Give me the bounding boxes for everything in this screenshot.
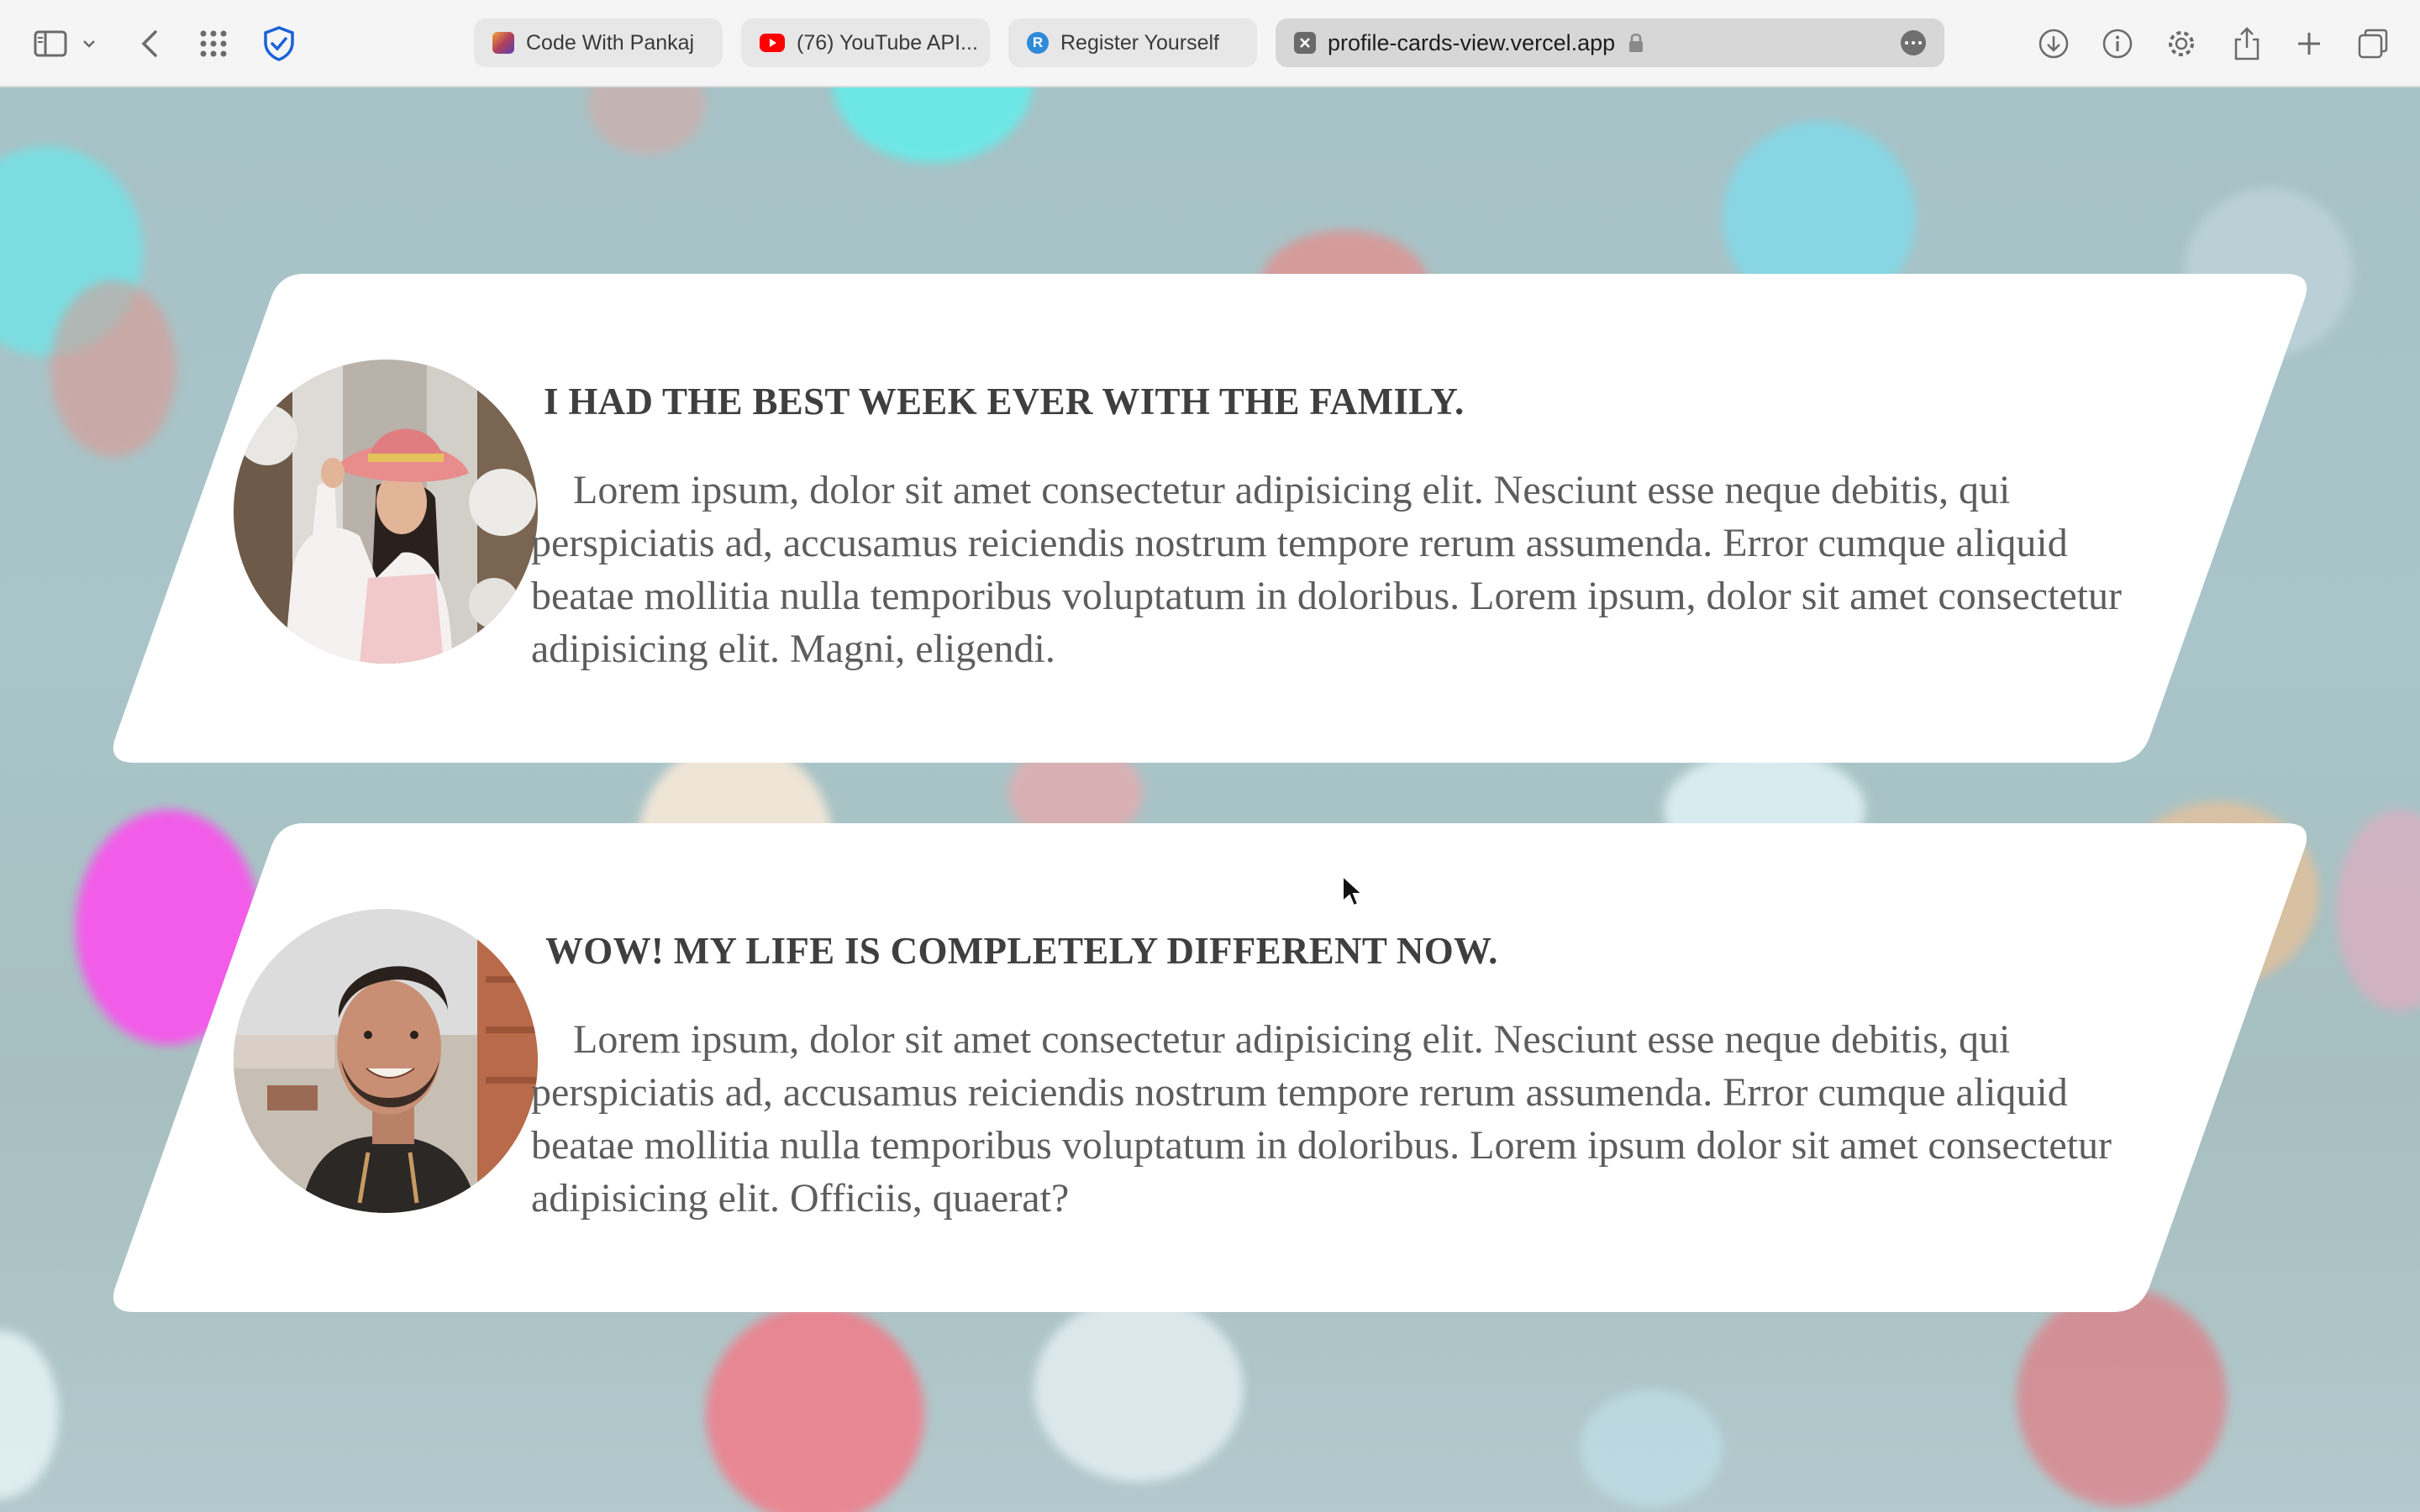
bokeh-light [2017,1289,2227,1507]
download-icon[interactable] [2032,22,2075,66]
tab-label: Code With Pankaj [526,30,695,55]
card-text: Lorem ipsum, dolor sit amet consectetur … [531,468,2122,671]
profile-card: I HAD THE BEST WEEK EVER WITH THE FAMILY… [111,274,2309,763]
grid-icon[interactable] [192,22,235,66]
page-background: I HAD THE BEST WEEK EVER WITH THE FAMILY… [0,87,2420,1512]
tab-label: Register Yourself [1060,30,1220,55]
page-options-icon[interactable] [1901,30,1926,55]
bokeh-light [832,87,1034,163]
bokeh-light [0,1331,59,1499]
browser-toolbar: Code With Pankaj (76) YouTube API... R R… [0,0,2420,87]
pankaj-favicon-icon [492,32,514,54]
youtube-favicon-icon [760,34,785,52]
info-icon[interactable] [2096,22,2139,66]
tab-code-with-pankaj[interactable]: Code With Pankaj [474,18,723,67]
plus-icon[interactable] [2287,22,2331,66]
tab-label: (76) YouTube API... [797,30,978,55]
tabs-overview-icon[interactable] [2351,22,2395,66]
register-favicon-icon: R [1027,32,1049,54]
profile-card: WOW! MY LIFE IS COMPLETELY DIFFERENT NOW… [111,823,2309,1312]
tab-youtube[interactable]: (76) YouTube API... [741,18,990,67]
bokeh-light [1580,1389,1723,1507]
avatar [234,909,538,1213]
woman-with-pink-hat-photo [234,360,538,664]
sidebar-icon[interactable] [29,22,72,66]
gear-icon[interactable] [2160,22,2203,66]
lock-icon [1627,32,1645,54]
page-favicon-icon [1294,32,1316,54]
chevron-down-icon[interactable] [76,22,103,66]
tab-profile-cards-active[interactable]: profile-cards-view.vercel.app [1276,18,1944,67]
tab-register-yourself[interactable]: R Register Yourself [1008,18,1257,67]
bokeh-light [2336,810,2420,1011]
back-icon[interactable] [128,22,171,66]
mouse-cursor-icon [1342,874,1365,907]
card-text: Lorem ipsum, dolor sit amet consectetur … [531,1017,2112,1221]
bokeh-light [588,87,706,155]
address-url[interactable]: profile-cards-view.vercel.app [1328,30,1615,56]
card-title: I HAD THE BEST WEEK EVER WITH THE FAMILY… [544,381,1465,423]
card-title: WOW! MY LIFE IS COMPLETELY DIFFERENT NOW… [545,930,1498,972]
share-icon[interactable] [2225,22,2269,66]
bokeh-light [706,1305,924,1512]
avatar [234,360,538,664]
bokeh-light [1034,1297,1244,1482]
smiling-bearded-man-photo [234,909,538,1213]
shield-icon[interactable] [257,22,301,66]
